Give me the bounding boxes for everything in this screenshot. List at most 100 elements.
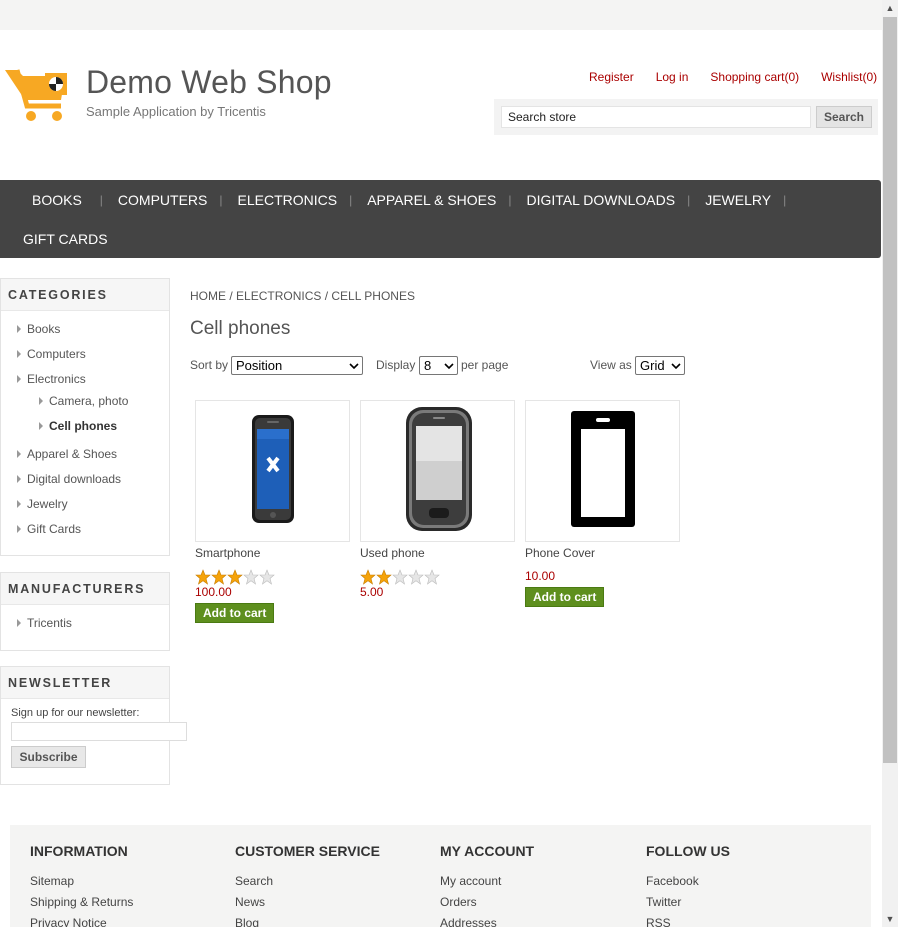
category-label: Gift Cards xyxy=(27,522,82,536)
triangle-right-icon xyxy=(17,525,21,533)
breadcrumb-electronics[interactable]: Electronics xyxy=(236,289,321,303)
search-button[interactable]: Search xyxy=(816,106,872,128)
sort-by-select[interactable]: Position xyxy=(231,356,363,375)
scroll-up-arrow-icon[interactable]: ▲ xyxy=(882,0,898,16)
newsletter-title: Newsletter xyxy=(1,667,169,699)
footer-link-addresses[interactable]: Addresses xyxy=(440,916,534,927)
manufacturers-block: Manufacturers Tricentis xyxy=(0,572,170,651)
footer-link-twitter[interactable]: Twitter xyxy=(646,895,730,909)
top-menu-row: Gift Cards xyxy=(19,230,112,248)
breadcrumb-home[interactable]: Home xyxy=(190,289,226,303)
category-books[interactable]: Books xyxy=(17,322,60,336)
triangle-right-icon xyxy=(39,397,43,405)
categories-title: Categories xyxy=(1,279,169,311)
shopping-cart-logo-icon xyxy=(5,69,67,121)
footer-link-news[interactable]: News xyxy=(235,895,380,909)
sort-by-value: Position xyxy=(236,358,283,373)
footer-follow-us-title: Follow us xyxy=(646,843,730,859)
category-label: Digital downloads xyxy=(27,472,122,486)
category-computers[interactable]: Computers xyxy=(17,347,86,361)
wishlist-link[interactable]: Wishlist(0) xyxy=(821,70,877,84)
menu-separator: | xyxy=(687,193,691,207)
category-camera-photo[interactable]: Camera, photo xyxy=(39,394,128,408)
logo-link[interactable]: Demo Web Shop Sample Application by Tric… xyxy=(5,64,332,124)
product-rating xyxy=(195,569,350,585)
menu-item-electronics[interactable]: Electronics xyxy=(234,192,342,208)
chevron-down-icon xyxy=(444,363,454,370)
category-digital-downloads[interactable]: Digital downloads xyxy=(17,472,121,486)
manufacturers-title: Manufacturers xyxy=(1,573,169,605)
product-selectors: Sort by Position Display 8 per page View… xyxy=(190,356,690,376)
shopping-cart-link[interactable]: Shopping cart(0) xyxy=(710,70,799,84)
footer-link-orders[interactable]: Orders xyxy=(440,895,534,909)
category-label: Jewelry xyxy=(27,497,68,511)
category-electronics[interactable]: Electronics xyxy=(17,372,86,386)
triangle-right-icon xyxy=(17,500,21,508)
menu-item-apparel-shoes[interactable]: Apparel & Shoes xyxy=(363,192,500,208)
scroll-down-arrow-icon[interactable]: ▼ xyxy=(882,911,898,927)
menu-item-computers[interactable]: Computers xyxy=(114,192,211,208)
product-price: 100.00 xyxy=(195,585,232,599)
footer-link-privacy-notice[interactable]: Privacy Notice xyxy=(30,916,133,927)
add-to-cart-button[interactable]: Add to cart xyxy=(525,587,605,607)
product-item-phone-cover: Phone Cover 10.00 Add to cart xyxy=(525,400,680,607)
view-as-label: View as xyxy=(590,358,632,372)
menu-item-jewelry[interactable]: Jewelry xyxy=(701,192,775,208)
category-cell-phones[interactable]: Cell phones xyxy=(39,419,117,433)
footer-my-account: My account My account Orders Addresses xyxy=(440,843,534,927)
rating-stars-icon xyxy=(195,569,275,585)
footer-customer-service: Customer service Search News Blog xyxy=(235,843,380,927)
scrollbar-thumb[interactable] xyxy=(883,17,897,763)
chevron-down-icon xyxy=(349,363,359,370)
menu-item-digital-downloads[interactable]: Digital downloads xyxy=(523,192,680,208)
product-rating xyxy=(360,569,515,585)
footer-link-shipping-returns[interactable]: Shipping & Returns xyxy=(30,895,133,909)
logo-subtitle: Sample Application by Tricentis xyxy=(86,104,266,119)
footer-my-account-title: My account xyxy=(440,843,535,859)
category-label: Apparel & Shoes xyxy=(27,447,118,461)
category-apparel-shoes[interactable]: Apparel & Shoes xyxy=(17,447,117,461)
view-mode-value: Grid xyxy=(640,358,665,373)
top-menu-row: Books | Computers | Electronics | Appare… xyxy=(28,191,797,209)
page: Demo Web Shop Sample Application by Tric… xyxy=(0,0,882,927)
triangle-right-icon xyxy=(17,350,21,358)
newsletter-label: Sign up for our newsletter: xyxy=(11,707,140,719)
login-link[interactable]: Log in xyxy=(656,70,689,84)
footer-link-search[interactable]: Search xyxy=(235,874,380,888)
category-jewelry[interactable]: Jewelry xyxy=(17,497,68,511)
footer-link-facebook[interactable]: Facebook xyxy=(646,874,730,888)
register-link[interactable]: Register xyxy=(589,70,634,84)
page-size-select[interactable]: 8 xyxy=(419,356,458,375)
product-title[interactable]: Phone Cover xyxy=(525,546,680,560)
triangle-right-icon xyxy=(17,375,21,383)
smartphone-image xyxy=(252,415,294,523)
product-image[interactable] xyxy=(360,400,515,542)
footer-link-sitemap[interactable]: Sitemap xyxy=(30,874,133,888)
footer-link-rss[interactable]: RSS xyxy=(646,916,730,927)
top-strip xyxy=(0,0,882,30)
add-to-cart-button[interactable]: Add to cart xyxy=(195,603,275,623)
view-mode-select[interactable]: Grid xyxy=(635,356,685,375)
product-image[interactable] xyxy=(525,400,680,542)
subscribe-button[interactable]: Subscribe xyxy=(11,746,86,768)
footer-link-blog[interactable]: Blog xyxy=(235,916,380,927)
category-label: Computers xyxy=(27,347,86,361)
menu-separator: | xyxy=(99,193,103,207)
category-gift-cards[interactable]: Gift Cards xyxy=(17,522,81,536)
newsletter-email-input[interactable] xyxy=(11,722,187,741)
per-page-label: per page xyxy=(461,358,509,372)
menu-item-books[interactable]: Books xyxy=(28,192,86,208)
footer-link-my-account[interactable]: My account xyxy=(440,874,534,888)
product-image[interactable] xyxy=(195,400,350,542)
manufacturer-tricentis[interactable]: Tricentis xyxy=(17,616,72,630)
menu-item-gift-cards[interactable]: Gift Cards xyxy=(19,231,112,247)
triangle-right-icon xyxy=(17,475,21,483)
product-title[interactable]: Smartphone xyxy=(195,546,350,560)
category-label: Electronics xyxy=(27,372,86,386)
product-title[interactable]: Used phone xyxy=(360,546,515,560)
search-input[interactable] xyxy=(501,106,811,128)
footer-information-title: Information xyxy=(30,843,128,859)
vertical-scrollbar[interactable]: ▲ ▼ xyxy=(882,0,898,927)
menu-separator: | xyxy=(349,193,353,207)
search-box: Search xyxy=(494,99,878,135)
